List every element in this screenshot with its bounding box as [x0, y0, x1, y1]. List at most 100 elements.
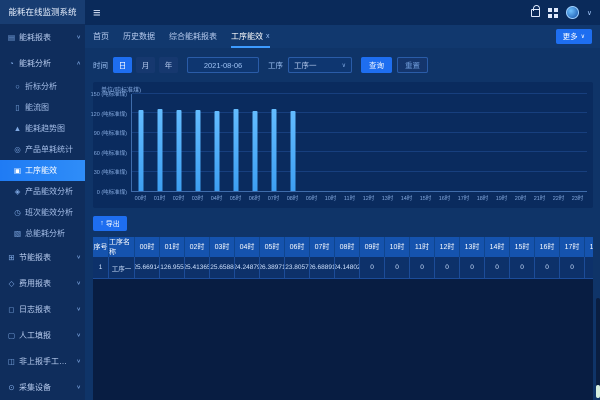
query-button[interactable]: 查询 — [361, 57, 392, 73]
chart-bar-06时[interactable] — [253, 111, 258, 191]
more-button[interactable]: 更多 ∨ — [556, 29, 592, 44]
hamburger-icon[interactable]: ≡ — [93, 5, 101, 20]
data-table: 序号工序名称00时01时02时03时04时05时06时07时08时09时10时1… — [93, 237, 593, 400]
x-tick-label: 10时 — [325, 194, 337, 202]
sidebar-item-费用报表[interactable]: ◇费用报表∨ — [0, 270, 85, 296]
sidebar-item-label: 总能耗分析 — [25, 228, 81, 239]
table-body: 1工序一125.669147126.955125.413654125.65884… — [93, 257, 593, 279]
chart-bar-07时[interactable] — [272, 109, 277, 191]
sidebar-item-非上报手工录入[interactable]: ◫非上报手工录入∨ — [0, 348, 85, 374]
energy-analysis-icon: ◔ — [7, 59, 16, 68]
sidebar-item-总能耗分析[interactable]: ▧总能耗分析 — [0, 223, 85, 244]
table-cell: 124.148023 — [335, 257, 360, 279]
process-select[interactable]: 工序一 ∨ — [288, 57, 352, 73]
process-label: 工序 — [268, 60, 283, 71]
table-cell: 0 — [535, 257, 560, 279]
sidebar-item-label: 人工填报 — [19, 330, 73, 341]
energy-report-icon: ▤ — [7, 33, 16, 42]
sidebar-item-label: 日志报表 — [19, 304, 73, 315]
date-input[interactable]: 2021-08-06 — [187, 57, 259, 73]
sidebar-item-label: 采集设备 — [19, 382, 73, 393]
user-avatar[interactable] — [566, 6, 579, 19]
saving-report-icon: ⊞ — [7, 253, 16, 262]
sidebar-item-折标分析[interactable]: ○折标分析 — [0, 76, 85, 97]
energy-bar-chart: 单位(吨标准煤) 0 (吨标准煤)30 (吨标准煤)60 (吨标准煤)90 (吨… — [93, 82, 593, 208]
tab-首页[interactable]: 首页 — [93, 25, 109, 48]
x-tick-label: 14时 — [401, 194, 413, 202]
chart-bar-04时[interactable] — [215, 111, 220, 191]
table-cell: 126.389719 — [260, 257, 285, 279]
sidebar-item-工序能效[interactable]: ▣工序能效 — [0, 160, 85, 181]
table-header-cell: 05时 — [260, 237, 285, 257]
chevron-down-icon: ∨ — [581, 33, 585, 40]
sidebar-item-能流图[interactable]: ▯能流图 — [0, 97, 85, 118]
table-header-cell: 01时 — [160, 237, 185, 257]
sidebar-item-label: 能耗分析 — [19, 58, 73, 69]
table-cell: 0 — [410, 257, 435, 279]
table-header-cell: 15时 — [510, 237, 535, 257]
energy-flow-icon: ▯ — [13, 103, 22, 112]
sidebar-item-节能报表[interactable]: ⊞节能报表∨ — [0, 244, 85, 270]
chart-bar-01时[interactable] — [158, 109, 163, 191]
sidebar: 能耗在线监测系统 ▤能耗报表∨◔能耗分析∧○折标分析▯能流图▲能耗趋势图◎产品单… — [0, 0, 85, 400]
table-cell: 0 — [385, 257, 410, 279]
export-button[interactable]: ↑ 导出 — [93, 216, 127, 231]
scrollbar-thumb[interactable] — [596, 385, 600, 398]
table-header-cell: 11时 — [410, 237, 435, 257]
tab-历史数据[interactable]: 历史数据 — [123, 25, 155, 48]
apps-grid-icon[interactable] — [548, 8, 558, 18]
close-icon[interactable]: x — [266, 33, 270, 40]
chart-bar-00时[interactable] — [139, 110, 144, 191]
reset-button[interactable]: 重置 — [397, 57, 428, 73]
chart-bar-02时[interactable] — [177, 110, 182, 191]
sidebar-item-能耗分析[interactable]: ◔能耗分析∧ — [0, 50, 85, 76]
x-tick-label: 16时 — [439, 194, 451, 202]
chart-bar-05时[interactable] — [234, 109, 239, 191]
sidebar-item-能耗趋势图[interactable]: ▲能耗趋势图 — [0, 118, 85, 139]
chart-bar-03时[interactable] — [196, 110, 201, 191]
table-cell: 125.65884 — [210, 257, 235, 279]
vertical-scrollbar[interactable] — [596, 298, 600, 398]
chevron-down-icon[interactable]: ∨ — [587, 9, 592, 17]
table-cell: 125.669147 — [135, 257, 160, 279]
sidebar-item-能耗报表[interactable]: ▤能耗报表∨ — [0, 24, 85, 50]
offline-entry-icon: ◫ — [7, 357, 16, 366]
x-tick-label: 13时 — [382, 194, 394, 202]
table-row[interactable]: 1工序一125.669147126.955125.413654125.65884… — [93, 257, 593, 279]
period-button-年[interactable]: 年 — [159, 57, 178, 73]
tab-工序能效[interactable]: 工序能效x — [231, 25, 270, 48]
period-button-日[interactable]: 日 — [113, 57, 132, 73]
chart-bar-08时[interactable] — [291, 111, 296, 191]
sidebar-item-label: 产品单耗统计 — [25, 144, 81, 155]
x-tick-label: 06时 — [249, 194, 261, 202]
table-empty-area — [93, 279, 593, 400]
sidebar-item-label: 折标分析 — [25, 81, 81, 92]
tab-综合能耗报表[interactable]: 综合能耗报表 — [169, 25, 217, 48]
x-tick-label: 08时 — [287, 194, 299, 202]
table-header-cell: 02时 — [185, 237, 210, 257]
lock-icon[interactable] — [531, 9, 540, 17]
x-tick-label: 18时 — [477, 194, 489, 202]
export-button-label: 导出 — [106, 219, 120, 229]
table-header-cell: 03时 — [210, 237, 235, 257]
sidebar-item-日志报表[interactable]: ◻日志报表∨ — [0, 296, 85, 322]
sidebar-item-采集设备[interactable]: ⊙采集设备∨ — [0, 374, 85, 400]
chevron-down-icon: ∨ — [76, 34, 81, 40]
sidebar-item-产品单耗统计[interactable]: ◎产品单耗统计 — [0, 139, 85, 160]
y-tick-label: 0 (吨标准煤) — [97, 188, 127, 196]
x-tick-label: 21时 — [534, 194, 546, 202]
sidebar-item-班次能效分析[interactable]: ◷班次能效分析 — [0, 202, 85, 223]
tab-list: 首页历史数据综合能耗报表工序能效x — [93, 25, 270, 48]
unit-consumption-icon: ◎ — [13, 145, 22, 154]
period-button-月[interactable]: 月 — [136, 57, 155, 73]
sidebar-item-人工填报[interactable]: ▢人工填报∨ — [0, 322, 85, 348]
table-header-cell: 10时 — [385, 237, 410, 257]
x-tick-label: 02时 — [173, 194, 185, 202]
table-header-cell: 16时 — [535, 237, 560, 257]
table-header-cell: 12时 — [435, 237, 460, 257]
table-cell: 126.688912 — [310, 257, 335, 279]
x-tick-label: 01时 — [154, 194, 166, 202]
sidebar-item-产品能效分析[interactable]: ◈产品能效分析 — [0, 181, 85, 202]
y-tick-label: 120 (吨标准煤) — [91, 110, 127, 118]
export-icon: ↑ — [100, 220, 104, 227]
